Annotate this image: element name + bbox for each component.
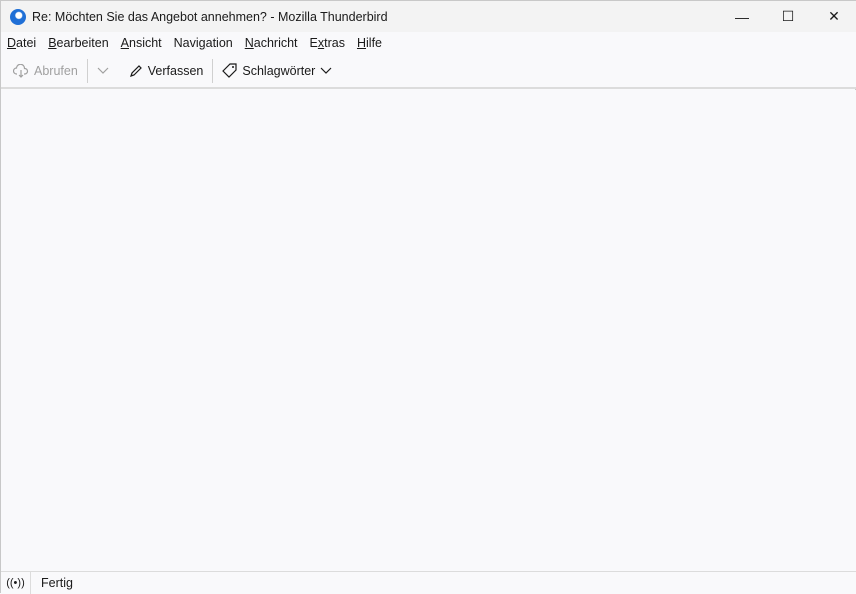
menu-extras[interactable]: Extras xyxy=(310,36,345,50)
menu-bearbeiten[interactable]: Bearbeiten xyxy=(48,36,108,50)
title-bar: Re: Möchten Sie das Angebot annehmen? - … xyxy=(1,1,856,32)
menu-datei[interactable]: Datei xyxy=(7,36,36,50)
tags-label: Schlagwörter xyxy=(242,63,316,78)
message-pane xyxy=(1,90,856,571)
toolbar-separator xyxy=(212,58,214,83)
pencil-icon xyxy=(129,64,142,77)
chevron-down-icon xyxy=(320,67,332,74)
toolbar: Abrufen Verfassen Schlagwörter xyxy=(1,54,856,89)
minimize-button[interactable]: — xyxy=(719,1,765,32)
get-mail-label: Abrufen xyxy=(34,63,78,78)
menu-ansicht[interactable]: Ansicht xyxy=(121,36,162,50)
toolbar-separator xyxy=(86,58,88,83)
compose-button[interactable]: Verfassen xyxy=(125,58,208,84)
menu-navigation[interactable]: Navigation xyxy=(174,36,233,50)
cloud-download-icon xyxy=(13,63,29,78)
online-status-icon[interactable]: ((•)) xyxy=(1,572,31,594)
chevron-down-icon xyxy=(97,67,109,74)
menu-hilfe[interactable]: Hilfe xyxy=(357,36,382,50)
window-title: Re: Möchten Sie das Angebot annehmen? - … xyxy=(32,9,388,24)
get-mail-button[interactable]: Abrufen xyxy=(9,58,82,84)
menu-nachricht[interactable]: Nachricht xyxy=(245,36,298,50)
status-bar: ((•)) Fertig xyxy=(1,571,856,594)
maximize-button[interactable]: ☐ xyxy=(765,1,811,32)
close-button[interactable]: ✕ xyxy=(811,1,856,32)
get-mail-dropdown[interactable] xyxy=(93,58,113,84)
tag-icon xyxy=(222,63,237,78)
tags-button[interactable]: Schlagwörter xyxy=(218,58,336,84)
menu-bar: Datei Bearbeiten Ansicht Navigation Nach… xyxy=(1,32,856,54)
status-text: Fertig xyxy=(41,576,73,590)
thunderbird-logo-icon xyxy=(10,8,26,25)
compose-label: Verfassen xyxy=(147,63,204,78)
